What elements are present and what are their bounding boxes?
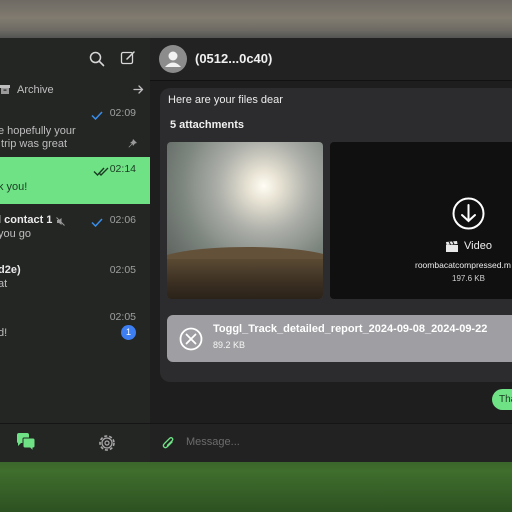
archive-label: Archive — [17, 84, 54, 96]
chat-time: 02:06 — [109, 214, 136, 226]
person-icon — [165, 51, 181, 67]
file-attachment[interactable]: Toggl_Track_detailed_report_2024-09-08_2… — [167, 315, 512, 362]
chat-list-item[interactable]: d2e) at 02:05 — [0, 258, 150, 308]
file-name: Toggl_Track_detailed_report_2024-09-08_2… — [213, 323, 488, 335]
chats-icon[interactable] — [16, 433, 36, 452]
chat-list-sidebar: Archive e hopefully your trip was great … — [0, 38, 151, 462]
chat-name: d2e) — [0, 264, 21, 276]
message-text: Here are your files dear — [168, 94, 283, 106]
read-check-icon — [91, 111, 103, 120]
avatar[interactable] — [159, 45, 187, 73]
download-icon[interactable] — [452, 197, 485, 230]
message-input[interactable]: Message... — [186, 436, 240, 448]
sidebar-header — [0, 38, 150, 80]
conversation-header: (0512...0c40) — [150, 38, 512, 81]
incoming-message-bubble: Here are your files dear 5 attachments V… — [160, 88, 512, 382]
arrow-right-icon[interactable] — [133, 84, 144, 95]
chat-time: 02:05 — [109, 264, 136, 276]
chat-time: 02:14 — [109, 163, 136, 175]
chat-name: l contact 1 — [0, 214, 53, 226]
video-size: 197.6 KB — [452, 274, 485, 283]
attachments-count: 5 attachments — [170, 119, 244, 131]
cancel-download-icon[interactable] — [179, 327, 203, 351]
outgoing-message-bubble: Tha — [492, 389, 512, 410]
chat-list-item[interactable]: e hopefully your trip was great 02:09 — [0, 101, 150, 151]
video-filename: roombacatcompressed.m — [415, 260, 511, 270]
messenger-window: Archive e hopefully your trip was great … — [0, 38, 512, 462]
archive-icon — [0, 85, 10, 94]
image-attachment[interactable] — [167, 142, 323, 299]
muted-icon — [56, 217, 65, 226]
search-icon[interactable] — [89, 51, 105, 67]
compose-icon[interactable] — [120, 50, 136, 66]
pin-icon — [128, 139, 137, 148]
chat-preview: you go — [0, 228, 32, 240]
video-attachment[interactable]: Video roombacatcompressed.m 197.6 KB — [330, 142, 512, 299]
sidebar-footer — [0, 423, 150, 462]
chat-time: 02:05 — [109, 311, 136, 323]
photo-ground — [167, 259, 323, 299]
double-check-icon — [93, 167, 109, 176]
archive-row[interactable]: Archive — [0, 80, 150, 100]
chat-preview: e hopefully your trip was great — [0, 125, 76, 150]
chat-list-item-active[interactable]: k you! 02:14 — [0, 157, 150, 204]
conversation-pane: (0512...0c40) Here are your files dear 5… — [150, 38, 512, 462]
chat-list-item[interactable]: d! 02:05 1 — [0, 305, 150, 355]
settings-gear-icon[interactable] — [97, 433, 117, 453]
chat-list-item[interactable]: l contact 1 you go 02:06 — [0, 208, 150, 258]
file-size: 89.2 KB — [213, 340, 246, 350]
message-composer: Message... — [150, 423, 512, 462]
chat-preview: k you! — [0, 181, 28, 193]
unread-badge: 1 — [121, 325, 136, 340]
paperclip-icon[interactable] — [162, 436, 175, 450]
video-label: Video — [464, 240, 492, 252]
chat-preview: at — [0, 278, 8, 290]
chat-preview: d! — [0, 327, 8, 339]
read-check-icon — [91, 218, 103, 227]
chat-time: 02:09 — [109, 107, 136, 119]
clapperboard-icon — [446, 241, 458, 252]
conversation-title: (0512...0c40) — [195, 51, 273, 66]
